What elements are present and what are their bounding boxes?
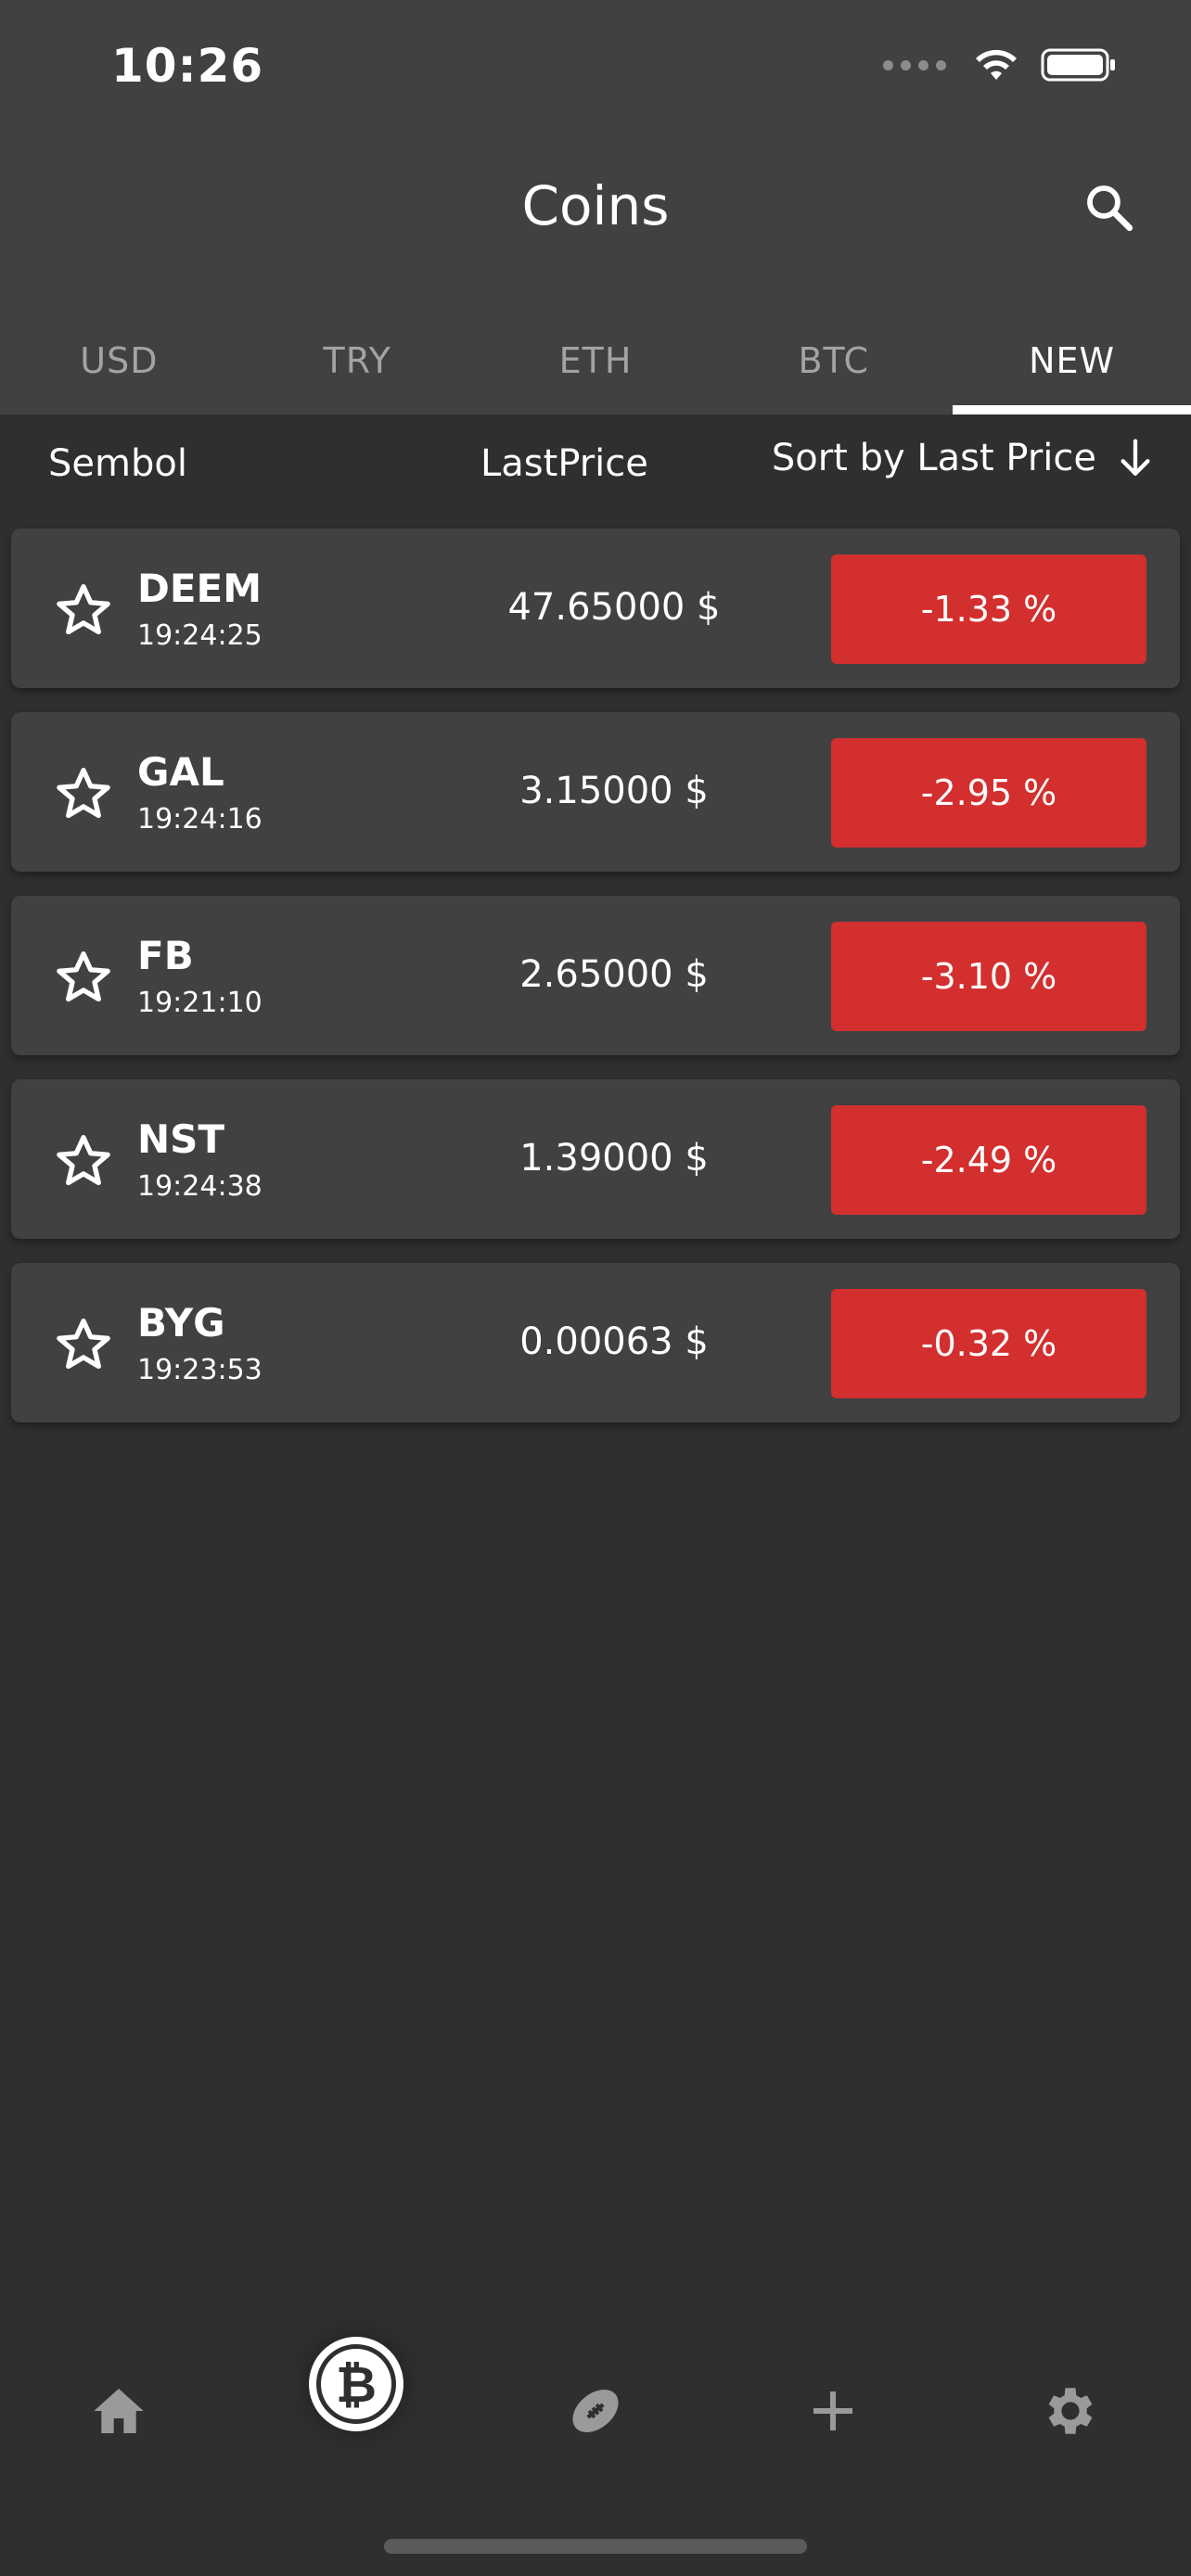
coin-row[interactable]: GAL 19:24:16 3.15000 $ -2.95 % (11, 712, 1180, 872)
column-header: Sembol LastPrice Sort by Last Price (0, 414, 1191, 526)
coin-symbol: NST (137, 1116, 225, 1162)
currency-tabs: USD TRY ETH BTC NEW (0, 306, 1191, 414)
nav-sports[interactable] (549, 2365, 642, 2457)
status-time: 10:26 (111, 39, 264, 93)
bottom-navigation (0, 2318, 1191, 2467)
coin-price: 1.39000 $ (519, 1137, 709, 1180)
coin-symbol: BYG (137, 1300, 225, 1345)
battery-icon (1041, 48, 1115, 82)
cellular-signal-icon (883, 59, 946, 70)
screen: 10:26 Coins USD TRY ETH BTC NEW Sembol L… (0, 0, 1191, 2576)
coin-row[interactable]: FB 19:21:10 2.65000 $ -3.10 % (11, 896, 1180, 1055)
home-icon (94, 2389, 144, 2433)
nav-settings[interactable] (1024, 2365, 1117, 2457)
tab-try[interactable]: TRY (238, 306, 477, 414)
coin-price: 0.00063 $ (519, 1320, 709, 1363)
status-icons (883, 46, 1117, 83)
wifi-icon (976, 49, 1017, 80)
coin-price: 2.65000 $ (519, 953, 709, 996)
coin-time: 19:21:10 (137, 987, 263, 1019)
plus-icon (813, 2391, 852, 2430)
coin-price: 3.15000 $ (519, 770, 709, 812)
football-icon (572, 2390, 619, 2432)
star-icon[interactable] (54, 1131, 113, 1191)
home-indicator[interactable] (384, 2539, 807, 2554)
nav-coins[interactable]: ₿ (309, 2337, 403, 2431)
nav-home[interactable] (72, 2365, 165, 2457)
coin-row[interactable]: NST 19:24:38 1.39000 $ -2.49 % (11, 1079, 1180, 1239)
coin-symbol: GAL (137, 749, 224, 795)
tab-usd[interactable]: USD (0, 306, 238, 414)
coin-symbol: DEEM (137, 566, 263, 611)
app-header: 10:26 Coins USD TRY ETH BTC NEW (0, 0, 1191, 414)
tab-new[interactable]: NEW (953, 306, 1191, 414)
search-button[interactable] (1072, 171, 1146, 245)
nav-add[interactable] (787, 2365, 879, 2457)
tab-eth[interactable]: ETH (477, 306, 715, 414)
star-icon[interactable] (54, 948, 113, 1007)
change-badge: -2.49 % (831, 1105, 1146, 1215)
coin-row[interactable]: DEEM 19:24:25 47.65000 $ -1.33 % (11, 529, 1180, 688)
change-badge: -0.32 % (831, 1289, 1146, 1398)
bitcoin-icon: ₿ (316, 2344, 396, 2424)
arrow-down-icon (1121, 439, 1150, 476)
bitcoin-symbol: ₿ (321, 2349, 391, 2419)
sort-label: Sort by Last Price (771, 437, 1096, 479)
column-symbol-label: Sembol (48, 442, 187, 485)
coin-list: DEEM 19:24:25 47.65000 $ -1.33 % GAL 19:… (11, 529, 1180, 1447)
change-badge: -3.10 % (831, 922, 1146, 1031)
coin-time: 19:24:16 (137, 803, 263, 835)
search-icon (1087, 185, 1133, 232)
page-title: Coins (521, 174, 670, 237)
star-icon[interactable] (54, 580, 113, 640)
change-badge: -1.33 % (831, 555, 1146, 664)
gear-icon (1048, 2388, 1093, 2434)
coin-time: 19:24:38 (137, 1170, 263, 1203)
coin-time: 19:23:53 (137, 1354, 263, 1386)
sort-button[interactable]: Sort by Last Price (772, 437, 1154, 479)
coin-price: 47.65000 $ (507, 586, 721, 629)
tab-btc[interactable]: BTC (714, 306, 953, 414)
column-lastprice-label: LastPrice (480, 442, 648, 485)
coin-symbol: FB (137, 933, 194, 978)
star-icon[interactable] (54, 764, 113, 823)
change-badge: -2.95 % (831, 738, 1146, 848)
star-icon[interactable] (54, 1315, 113, 1374)
coin-time: 19:24:25 (137, 619, 263, 652)
coin-row[interactable]: BYG 19:23:53 0.00063 $ -0.32 % (11, 1263, 1180, 1422)
